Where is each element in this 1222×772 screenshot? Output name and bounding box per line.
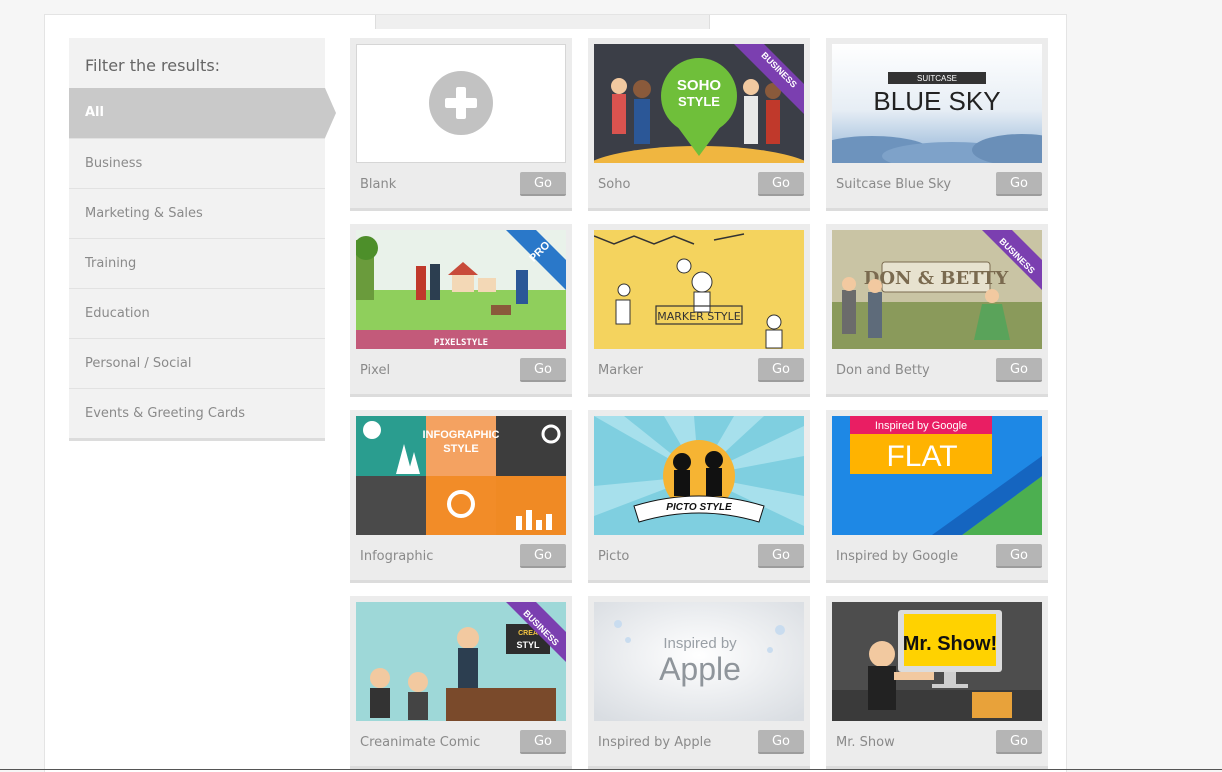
template-name: Inspired by Google (836, 549, 959, 564)
template-card-suitcase-blue-sky: SUITCASE BLUE SKY Suitcase Blue Sky Go (826, 38, 1048, 211)
template-name: Marker (598, 363, 643, 378)
template-card-picto: PICTO STYLE Picto Go (588, 410, 810, 583)
go-button-picto[interactable]: Go (758, 544, 804, 568)
filter-item-business[interactable]: Business (69, 138, 325, 188)
go-button-inspired-by-google[interactable]: Go (996, 544, 1042, 568)
template-card-blank: Blank Go (350, 38, 572, 211)
template-card-marker: MARKER STYLE Marker Go (588, 224, 810, 397)
template-name: Don and Betty (836, 363, 930, 378)
filter-sidebar: Filter the results: All Business Marketi… (69, 38, 336, 441)
google-subtitle: Inspired by Google (875, 420, 967, 432)
go-button-inspired-by-apple[interactable]: Go (758, 730, 804, 754)
soho-title-1: SOHO (677, 77, 722, 94)
template-card-infographic: INFOGRAPHIC STYLE Infographic Go (350, 410, 572, 583)
marker-style-title: MARKER STYLE (657, 310, 741, 323)
template-thumb-creanimate[interactable]: CREA STYL BUSINESS (356, 602, 566, 721)
don-betty-title: DON & BETTY (864, 268, 1010, 289)
template-thumb-infographic[interactable]: INFOGRAPHIC STYLE (356, 416, 566, 535)
filter-item-events-greeting-cards[interactable]: Events & Greeting Cards (69, 388, 325, 438)
template-card-creanimate-comic: CREA STYL BUSINESS Creanimate Comic Go (350, 596, 572, 769)
template-thumb-soho[interactable]: SOHO STYLE BUSINESS (594, 44, 804, 163)
template-name: Mr. Show (836, 735, 895, 750)
apple-title: Apple (659, 651, 741, 687)
blue-sky-title: BLUE SKY (873, 86, 1000, 116)
filter-item-training[interactable]: Training (69, 238, 325, 288)
filter-item-marketing-sales[interactable]: Marketing & Sales (69, 188, 325, 238)
filter-item-all[interactable]: All (69, 88, 336, 138)
filter-title: Filter the results: (85, 56, 221, 75)
picto-style-title: PICTO STYLE (666, 502, 732, 513)
template-name: Pixel (360, 363, 391, 378)
mr-show-title: Mr. Show! (903, 633, 997, 655)
go-button-creanimate-comic[interactable]: Go (520, 730, 566, 754)
pixelstyle-label: PIXELSTYLE (434, 338, 488, 348)
template-name: Suitcase Blue Sky (836, 177, 952, 192)
bottom-divider (0, 769, 1222, 770)
template-name: Blank (360, 177, 397, 192)
soho-title-2: STYLE (678, 94, 720, 109)
template-name: Inspired by Apple (598, 735, 712, 750)
template-thumb-marker[interactable]: MARKER STYLE (594, 230, 804, 349)
go-button-infographic[interactable]: Go (520, 544, 566, 568)
template-card-mr-show: Mr. Show! Mr. Show Go (826, 596, 1048, 769)
go-button-mr-show[interactable]: Go (996, 730, 1042, 754)
template-thumb-blank[interactable] (356, 44, 566, 163)
template-thumb-apple[interactable]: Inspired by Apple (594, 602, 804, 721)
go-button-suitcase-blue-sky[interactable]: Go (996, 172, 1042, 196)
filter-item-education[interactable]: Education (69, 288, 325, 338)
flat-title: FLAT (886, 440, 957, 473)
template-thumb-mr-show[interactable]: Mr. Show! (832, 602, 1042, 721)
template-card-pixel: PIXELSTYLE PRO Pixel Go (350, 224, 572, 397)
template-name: Creanimate Comic (360, 735, 481, 750)
suitcase-label: SUITCASE (917, 74, 957, 83)
template-thumb-don-and-betty[interactable]: DON & BETTY BUSINESS (832, 230, 1042, 349)
infographic-title-2: STYLE (443, 443, 478, 455)
go-button-blank[interactable]: Go (520, 172, 566, 196)
crea-label: CREA (518, 630, 538, 637)
template-name: Picto (598, 549, 630, 564)
styl-label: STYL (516, 640, 540, 650)
template-thumb-picto[interactable]: PICTO STYLE (594, 416, 804, 535)
go-button-don-and-betty[interactable]: Go (996, 358, 1042, 382)
go-button-marker[interactable]: Go (758, 358, 804, 382)
template-card-don-and-betty: DON & BETTY BUSINESS Don and Betty Go (826, 224, 1048, 397)
template-thumb-suitcase[interactable]: SUITCASE BLUE SKY (832, 44, 1042, 163)
go-button-pixel[interactable]: Go (520, 358, 566, 382)
template-name: Infographic (360, 549, 434, 564)
infographic-title-1: INFOGRAPHIC (423, 429, 500, 441)
template-thumb-pixel[interactable]: PIXELSTYLE PRO (356, 230, 566, 349)
top-tab[interactable] (375, 15, 710, 29)
template-card-inspired-by-google: Inspired by Google FLAT Inspired by Goog… (826, 410, 1048, 583)
template-name: Soho (598, 177, 631, 192)
go-button-soho[interactable]: Go (758, 172, 804, 196)
template-card-soho: SOHO STYLE BUSINESS Soho Go (588, 38, 810, 211)
filter-item-personal-social[interactable]: Personal / Social (69, 338, 325, 388)
template-card-inspired-by-apple: Inspired by Apple Inspired by Apple Go (588, 596, 810, 769)
template-thumb-google[interactable]: Inspired by Google FLAT (832, 416, 1042, 535)
apple-subtitle: Inspired by (663, 635, 737, 652)
